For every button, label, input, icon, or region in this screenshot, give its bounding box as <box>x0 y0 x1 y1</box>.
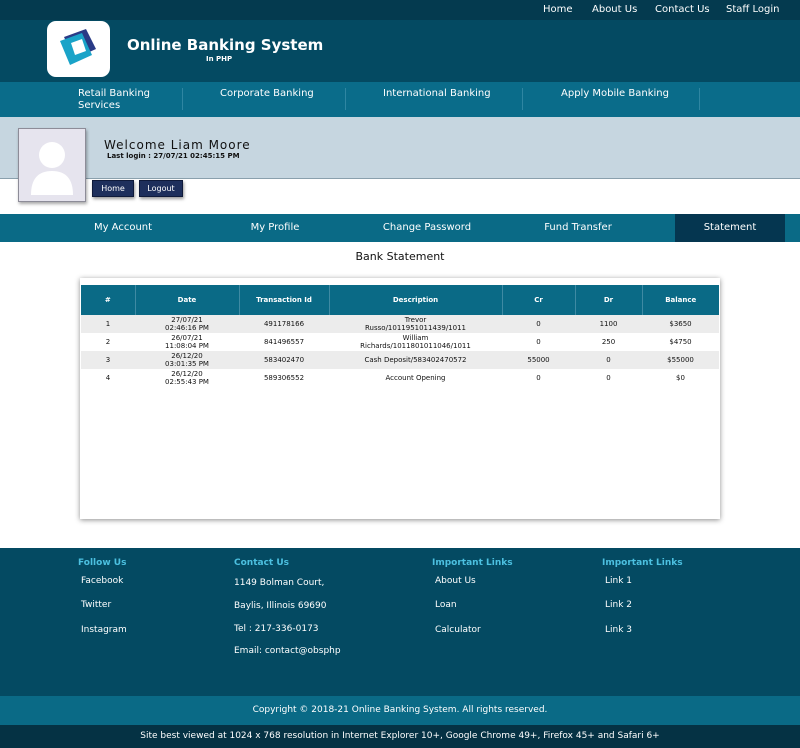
category-divider <box>522 88 523 110</box>
cell-transaction-id: 841496557 <box>263 338 305 346</box>
cell-date: 26/12/20 03:01:35 PM <box>135 351 239 369</box>
footer-link-instagram[interactable]: Instagram <box>81 625 127 635</box>
cell-transaction-id: 589306552 <box>263 374 305 382</box>
footer-link-facebook[interactable]: Facebook <box>81 576 123 586</box>
cell-dr: 1100 <box>575 315 642 333</box>
brand-title: Online Banking System <box>127 36 324 54</box>
logo[interactable] <box>47 21 110 77</box>
footer-address-line2: Baylis, Illinois 69690 <box>234 601 327 611</box>
table-header-row: # Date Transaction Id Description Cr Dr … <box>81 285 719 315</box>
cell-number: 1 <box>81 315 135 333</box>
cell-transaction-id: 583402470 <box>239 351 329 369</box>
cell-description: Account Opening <box>385 374 446 382</box>
cell-dr: 0 <box>606 374 611 382</box>
column-header-dr: Dr <box>575 285 643 315</box>
cell-dr: 250 <box>601 338 616 346</box>
column-header-cr: Cr <box>502 285 576 315</box>
logout-button[interactable]: Logout <box>139 180 183 197</box>
cell-number: 4 <box>105 374 111 382</box>
cell-date: 26/07/21 11:08:04 PM <box>165 334 209 350</box>
cell-balance: $55000 <box>642 351 719 369</box>
tab-change-password[interactable]: Change Password <box>351 214 503 242</box>
footer-heading-important-links-2: Important Links <box>602 558 683 568</box>
category-retail-banking[interactable]: Retail Banking Services <box>78 88 168 112</box>
footer-phone: Tel : 217-336-0173 <box>234 624 319 634</box>
copyright-bar: Copyright © 2018-21 Online Banking Syste… <box>0 696 800 725</box>
statement-panel: # Date Transaction Id Description Cr Dr … <box>80 278 720 519</box>
statement-title: Bank Statement <box>355 250 445 263</box>
welcome-greeting: Welcome Liam Moore <box>104 138 251 152</box>
table-row: 1 27/07/21 02:46:16 PM 491178166 Trevor … <box>81 315 719 333</box>
nav-staff-login-link[interactable]: Staff Login <box>726 4 779 15</box>
best-viewed-bar: Site best viewed at 1024 x 768 resolutio… <box>0 725 800 748</box>
home-button[interactable]: Home <box>92 180 134 197</box>
column-header-date: Date <box>135 285 240 315</box>
tab-statement[interactable]: Statement <box>675 214 785 242</box>
cell-balance: $4750 <box>669 338 692 346</box>
cell-balance: $0 <box>676 374 685 382</box>
footer-heading-important-links: Important Links <box>432 558 513 568</box>
cell-date: 27/07/21 02:46:16 PM <box>135 315 239 333</box>
site-header: Online Banking System In PHP <box>0 20 800 82</box>
nav-home-link[interactable]: Home <box>543 4 573 15</box>
cell-cr: 55000 <box>502 351 575 369</box>
category-divider <box>699 88 700 110</box>
logo-icon <box>60 29 96 65</box>
top-nav: Home About Us Contact Us Staff Login <box>0 0 800 20</box>
site-footer: Follow Us Facebook Twitter Instagram Con… <box>0 548 800 696</box>
footer-link-loan[interactable]: Loan <box>435 600 457 610</box>
column-header-description: Description <box>329 285 503 315</box>
cell-cr: 0 <box>536 338 541 346</box>
cell-dr: 0 <box>575 351 642 369</box>
column-header-number: # <box>81 285 136 315</box>
footer-link-twitter[interactable]: Twitter <box>81 600 111 610</box>
cell-date: 26/12/20 02:55:43 PM <box>165 370 209 386</box>
user-icon <box>31 142 73 195</box>
tab-my-account[interactable]: My Account <box>47 214 199 242</box>
footer-link-calculator[interactable]: Calculator <box>435 625 481 635</box>
tab-fund-transfer[interactable]: Fund Transfer <box>503 214 653 242</box>
footer-heading-follow: Follow Us <box>78 558 127 568</box>
nav-about-link[interactable]: About Us <box>592 4 637 15</box>
cell-description: Trevor Russo/1011951011439/1011 <box>329 315 502 333</box>
table-row: 3 26/12/20 03:01:35 PM 583402470 Cash De… <box>81 351 719 369</box>
column-header-transaction-id: Transaction Id <box>239 285 330 315</box>
category-corporate-banking[interactable]: Corporate Banking <box>220 88 314 100</box>
column-header-balance: Balance <box>642 285 719 315</box>
category-mobile-banking[interactable]: Apply Mobile Banking <box>561 88 669 100</box>
category-international-banking[interactable]: International Banking <box>383 88 491 100</box>
last-login-text: Last login : 27/07/21 02:45:15 PM <box>107 152 240 160</box>
cell-balance: $3650 <box>642 315 719 333</box>
category-bar: Retail Banking Services Corporate Bankin… <box>0 82 800 117</box>
category-divider <box>345 88 346 110</box>
footer-link-3[interactable]: Link 3 <box>605 625 632 635</box>
footer-email: Email: contact@obsphp <box>234 646 341 656</box>
table-row: 2 26/07/21 11:08:04 PM 841496557 William… <box>81 333 719 351</box>
cell-cr: 0 <box>502 315 575 333</box>
footer-heading-contact: Contact Us <box>234 558 290 568</box>
brand-subtitle: In PHP <box>206 55 233 63</box>
cell-transaction-id: 491178166 <box>239 315 329 333</box>
footer-link-2[interactable]: Link 2 <box>605 600 632 610</box>
cell-cr: 0 <box>536 374 541 382</box>
statement-table: # Date Transaction Id Description Cr Dr … <box>81 285 719 387</box>
cell-description: Cash Deposit/583402470572 <box>329 351 502 369</box>
cell-number: 2 <box>105 338 111 346</box>
main-tabs: My Account My Profile Change Password Fu… <box>0 214 800 242</box>
cell-number: 3 <box>81 351 135 369</box>
footer-link-1[interactable]: Link 1 <box>605 576 632 586</box>
cell-description: William Richards/1011801011046/1011 <box>360 334 471 350</box>
nav-contact-link[interactable]: Contact Us <box>655 4 710 15</box>
avatar <box>18 128 86 202</box>
tab-my-profile[interactable]: My Profile <box>199 214 351 242</box>
table-row: 4 26/12/20 02:55:43 PM 589306552 Account… <box>81 369 719 387</box>
footer-link-about[interactable]: About Us <box>435 576 476 586</box>
category-divider <box>182 88 183 110</box>
footer-address-line1: 1149 Bolman Court, <box>234 578 325 588</box>
